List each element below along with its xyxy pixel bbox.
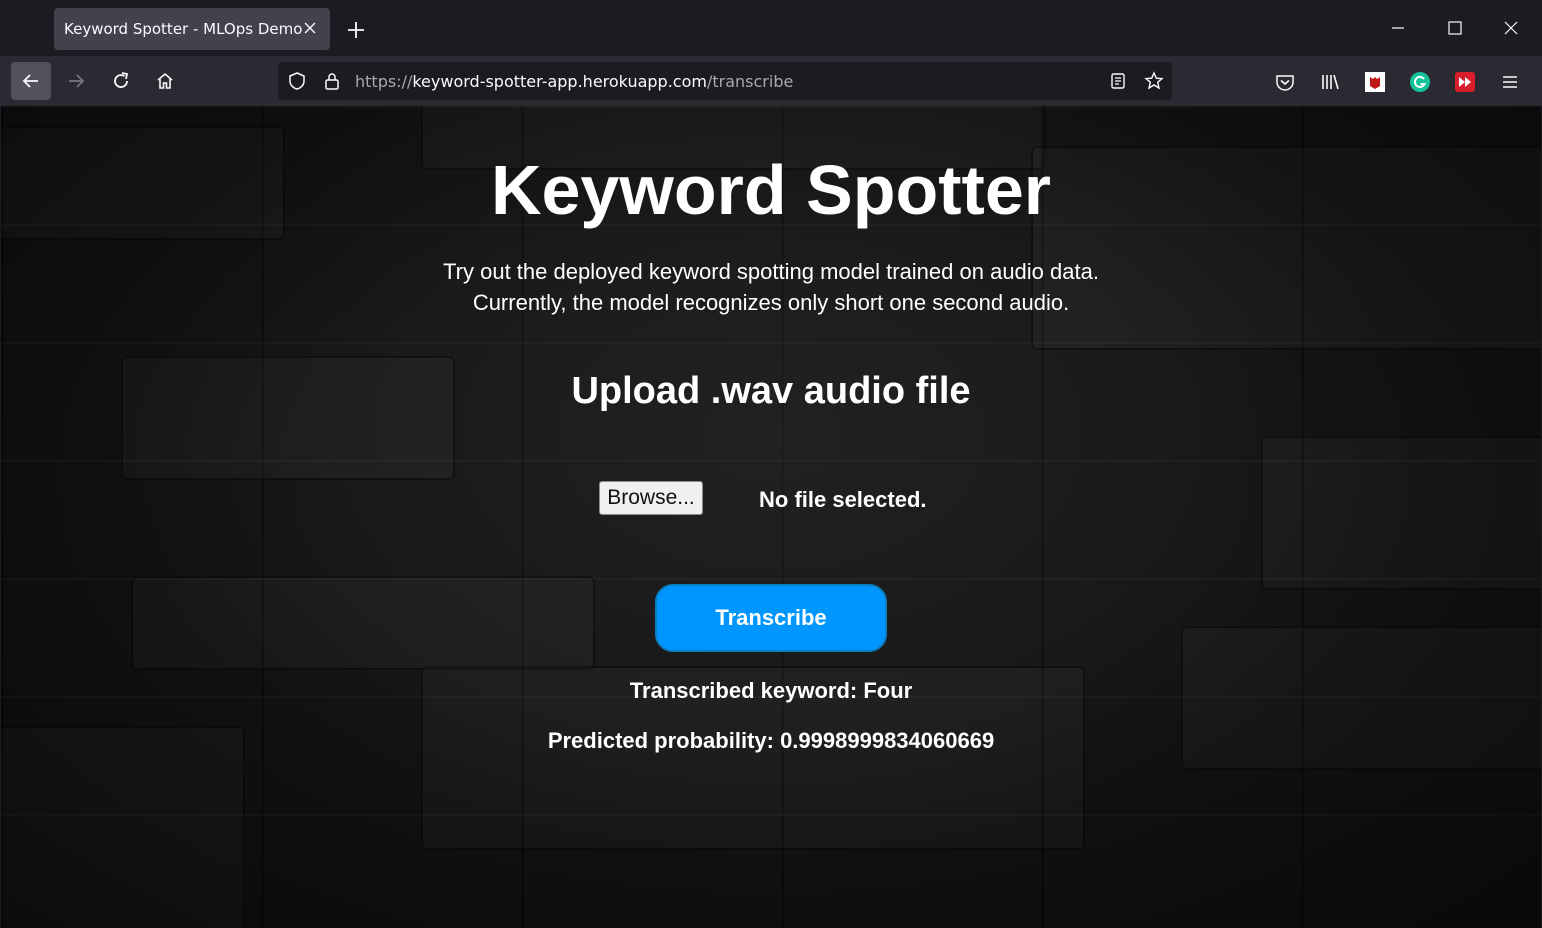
grammarly-icon[interactable] [1409,71,1431,93]
menu-icon[interactable] [1499,71,1521,93]
subtitle-line-2: Currently, the model recognizes only sho… [472,290,1070,315]
file-status: No file selected. [759,487,927,512]
mcafee-extension-icon[interactable] [1364,71,1386,93]
home-icon [157,72,173,89]
url-scheme: https:// [355,72,413,91]
bookmark-star-icon[interactable] [1144,71,1164,91]
subtitle-line-1: Try out the deployed keyword spotting mo… [443,259,1099,284]
home-button[interactable] [145,62,185,100]
url-bar[interactable]: https://keyword-spotter-app.herokuapp.co… [278,62,1172,100]
url-path: /transcribe [706,72,794,91]
pocket-icon[interactable] [1274,71,1296,93]
maximize-icon[interactable] [1441,14,1469,42]
upload-heading: Upload .wav audio file [571,370,971,412]
plus-icon[interactable] [342,16,370,44]
shield-icon[interactable] [287,71,307,91]
nav-toolbar: https://keyword-spotter-app.herokuapp.co… [0,56,1542,106]
page-title: Keyword Spotter [490,151,1052,229]
browse-button[interactable]: Browse... [599,481,703,515]
forward-button[interactable] [56,62,96,100]
arrow-left-icon [22,74,38,88]
tab-active[interactable]: Keyword Spotter - MLOps Demo [54,8,330,50]
tab-strip: Keyword Spotter - MLOps Demo [0,0,1542,56]
minimize-icon[interactable] [1384,14,1412,42]
back-button[interactable] [11,62,51,100]
window-close-icon[interactable] [1497,14,1525,42]
tab-title: Keyword Spotter - MLOps Demo [64,20,303,38]
browser-window: Keyword Spotter - MLOps Demo https://key… [0,0,1542,928]
library-icon[interactable] [1319,71,1341,93]
reader-view-icon[interactable] [1108,71,1128,91]
url-text[interactable]: https://keyword-spotter-app.herokuapp.co… [355,72,793,91]
media-extension-icon[interactable] [1454,71,1476,93]
transcribed-keyword: Transcribed keyword: Four [629,678,913,703]
reload-icon [114,72,129,88]
page-content: Keyword Spotter Try out the deployed key… [1,106,1541,928]
arrow-right-icon [69,74,85,88]
url-host: keyword-spotter-app.herokuapp.com [412,72,707,91]
transcribe-button[interactable]: Transcribe [655,584,887,652]
reload-button[interactable] [101,62,141,100]
lock-icon[interactable] [322,71,342,91]
close-icon[interactable] [300,18,320,38]
predicted-probability: Predicted probability: 0.999899983406066… [547,728,995,753]
